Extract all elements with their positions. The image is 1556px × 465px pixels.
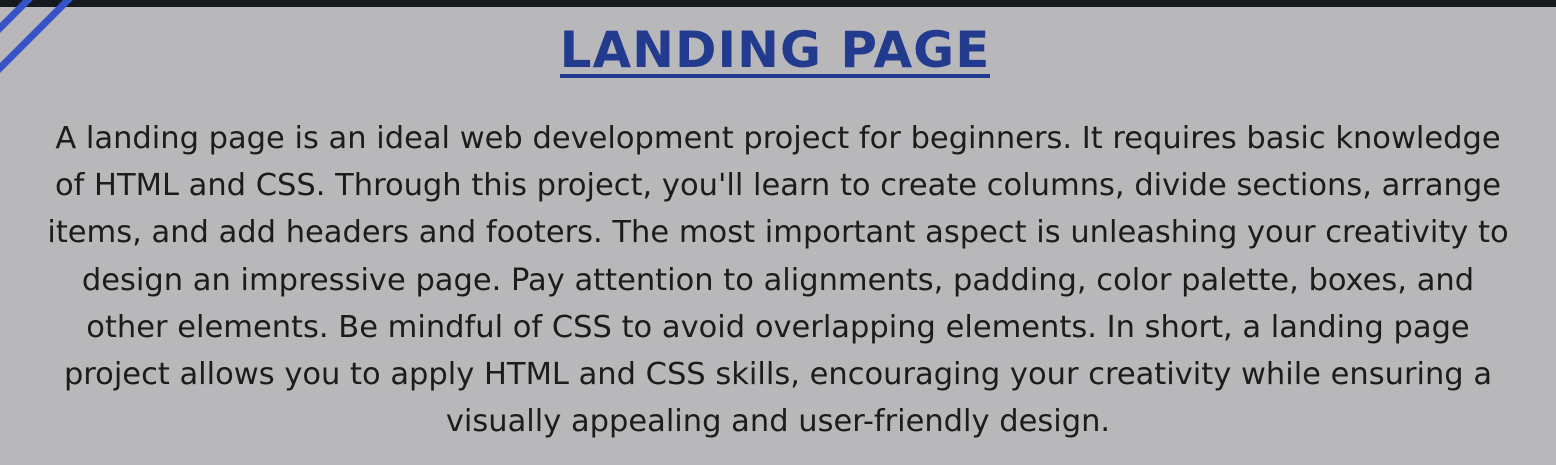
page-title-text: LANDING PAGE — [559, 21, 991, 79]
description-paragraph: A landing page is an ideal web developme… — [47, 121, 1509, 440]
top-bar — [0, 0, 1556, 7]
page-title: LANDING PAGE — [0, 20, 1550, 80]
